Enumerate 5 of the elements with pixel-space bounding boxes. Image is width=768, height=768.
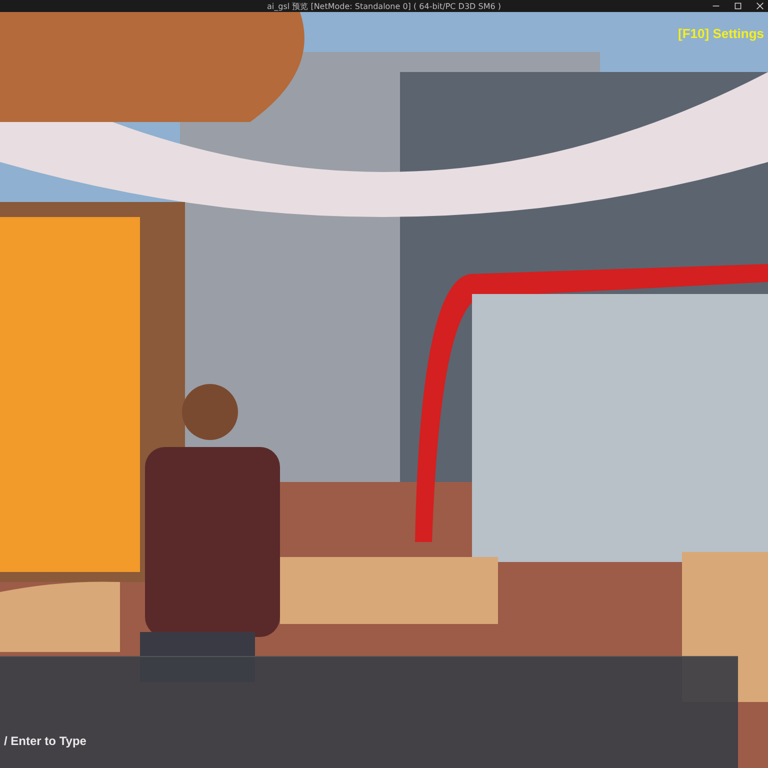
settings-hint: [F10] Settings (678, 26, 764, 41)
window-title: ai_gsl 预览 [NetMode: Standalone 0] ( 64-bit/PC D3D SM6 ) (267, 0, 501, 12)
close-icon[interactable] (756, 2, 764, 10)
chat-input-hint: / Enter to Type (3, 734, 86, 748)
maximize-icon[interactable] (734, 2, 742, 10)
